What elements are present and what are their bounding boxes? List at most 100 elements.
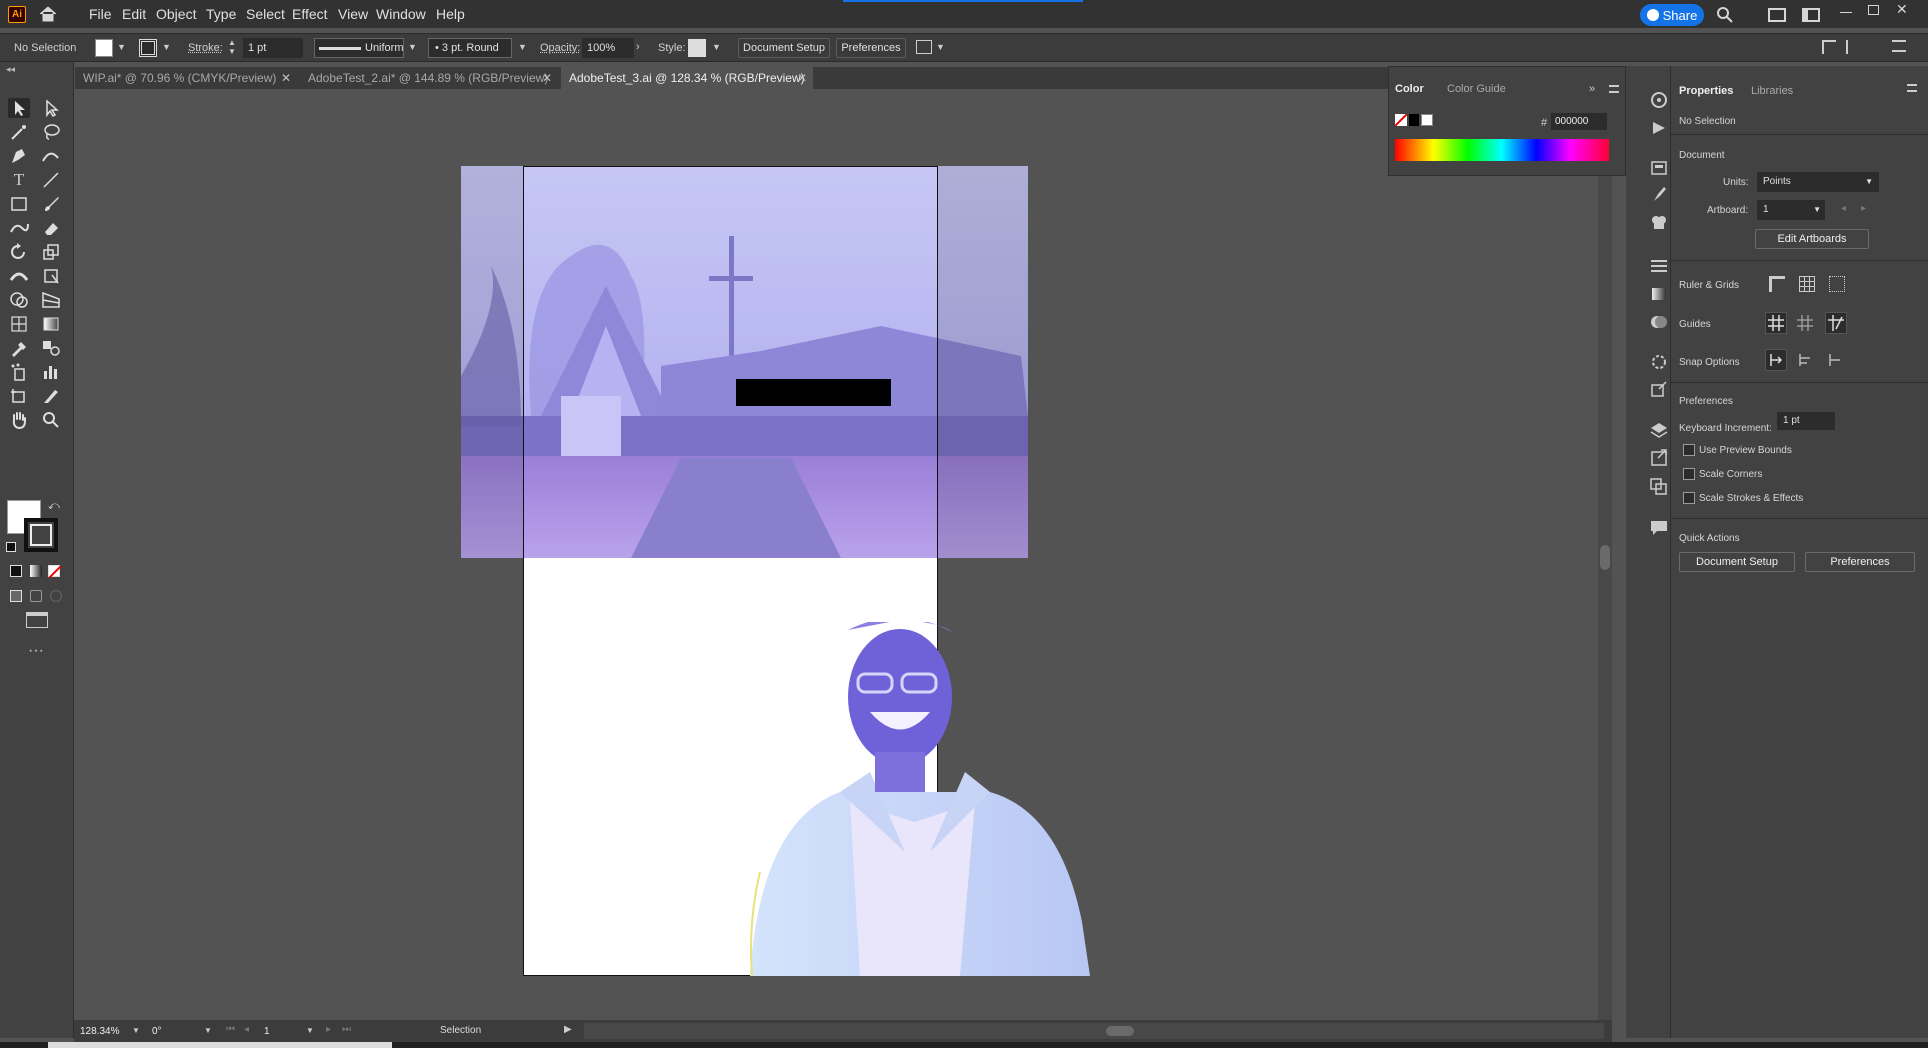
edit-toolbar-more-icon[interactable]: ··· (28, 642, 44, 660)
snap-to-glyph-icon[interactable] (1825, 350, 1845, 370)
share-button[interactable]: Share (1640, 4, 1704, 26)
color-spectrum-bar[interactable] (1395, 139, 1609, 161)
color-tab[interactable]: Color (1395, 83, 1424, 95)
rotation-chevron-icon[interactable]: ▼ (204, 1026, 212, 1035)
menu-effect[interactable]: Effect (292, 6, 328, 22)
zoom-tool-icon[interactable] (40, 410, 62, 430)
color-guide-tab[interactable]: Color Guide (1447, 83, 1506, 95)
menu-help[interactable]: Help (436, 6, 465, 22)
comments-panel-icon[interactable] (1648, 518, 1670, 538)
stroke-label[interactable]: Stroke: (188, 42, 223, 54)
stroke-dropdown-chevron-icon[interactable]: ▼ (162, 42, 171, 52)
draw-behind-icon[interactable] (30, 590, 42, 602)
symbols-panel-icon[interactable] (1648, 212, 1670, 232)
artboard-select[interactable]: 1 ▼ (1757, 200, 1825, 220)
artboards-panel-icon[interactable] (1648, 476, 1670, 496)
close-window-icon[interactable]: ✕ (1896, 2, 1910, 16)
shape-builder-tool-icon[interactable] (8, 290, 30, 310)
stroke-weight-field[interactable]: 1 pt (243, 38, 303, 58)
qa-preferences-button[interactable]: Preferences (1805, 552, 1915, 572)
fill-swatch[interactable] (95, 39, 113, 57)
color-none-swatch[interactable] (1395, 114, 1407, 126)
stroke-swatch[interactable] (139, 39, 157, 57)
menu-file[interactable]: File (89, 6, 112, 22)
appearance-panel-icon[interactable] (1648, 90, 1670, 110)
color-white-swatch[interactable] (1421, 114, 1433, 126)
eraser-tool-icon[interactable] (40, 218, 62, 238)
eyedropper-tool-icon[interactable] (8, 338, 30, 358)
brush-chevron-icon[interactable]: ▼ (518, 42, 527, 52)
stroke-stepper-icon[interactable]: ▲ ▼ (228, 38, 236, 56)
pixel-grid-icon[interactable] (1829, 276, 1845, 292)
opacity-label[interactable]: Opacity: (540, 42, 580, 54)
tab-wip[interactable]: WIP.ai* @ 70.96 % (CMYK/Preview) ✕ (75, 67, 297, 89)
graphic-styles-icon[interactable] (1648, 118, 1670, 138)
direct-selection-tool-icon[interactable] (40, 98, 62, 118)
perspective-grid-tool-icon[interactable] (40, 290, 62, 310)
type-tool-icon[interactable]: T (8, 170, 30, 190)
swap-fill-stroke-icon[interactable]: ⤺ (48, 500, 60, 513)
grid-icon[interactable] (1799, 276, 1815, 292)
lock-guides-icon[interactable] (1795, 313, 1815, 333)
stroke-profile-select[interactable]: Uniform (314, 38, 404, 58)
draw-inside-icon[interactable] (50, 590, 62, 602)
properties-tab[interactable]: Properties (1679, 85, 1733, 97)
shaper-tool-icon[interactable] (8, 218, 30, 238)
symbol-sprayer-tool-icon[interactable] (8, 362, 30, 382)
tab-adobetest-2[interactable]: AdobeTest_2.ai* @ 144.89 % (RGB/Preview)… (300, 67, 558, 89)
transform-chevron-icon[interactable]: ▼ (936, 42, 945, 52)
zoom-field[interactable]: 128.34% (80, 1024, 132, 1040)
hex-input[interactable]: 000000 (1551, 113, 1607, 130)
scale-strokes-checkbox[interactable] (1683, 492, 1695, 504)
screen-mode-icon[interactable] (26, 612, 48, 628)
transform-options-icon[interactable] (916, 40, 932, 54)
gradient-panel-icon[interactable] (1648, 284, 1670, 304)
use-preview-bounds-checkbox[interactable] (1683, 444, 1695, 456)
style-swatch[interactable] (688, 39, 706, 57)
libraries-tab[interactable]: Libraries (1751, 85, 1793, 97)
snap-to-pixel-icon[interactable] (1795, 350, 1815, 370)
minimize-icon[interactable] (1840, 12, 1852, 13)
width-tool-icon[interactable] (8, 266, 30, 286)
preferences-button[interactable]: Preferences (836, 38, 906, 58)
distribute-icon[interactable] (1846, 40, 1860, 54)
brush-select[interactable]: • 3 pt. Round (428, 38, 512, 58)
rotation-field[interactable]: 0° (152, 1024, 202, 1040)
default-fill-stroke-icon[interactable] (6, 542, 16, 552)
scale-tool-icon[interactable] (40, 242, 62, 262)
status-menu-arrow-icon[interactable]: ▶ (564, 1024, 572, 1035)
gradient-tool-icon[interactable] (40, 314, 62, 334)
color-mode-icon[interactable] (10, 565, 22, 577)
transparency-panel-icon[interactable] (1648, 312, 1670, 332)
menu-select[interactable]: Select (246, 6, 285, 22)
workspace-icon[interactable] (1768, 8, 1786, 22)
paintbrush-tool-icon[interactable] (40, 194, 62, 214)
style-chevron-icon[interactable]: ▼ (712, 42, 721, 52)
selection-tool-icon[interactable] (8, 98, 30, 118)
keyboard-increment-field[interactable]: 1 pt (1777, 412, 1835, 430)
stroke-color-swatch[interactable] (24, 518, 58, 552)
first-artboard-icon[interactable]: ⏮ (226, 1024, 235, 1035)
black-rectangle[interactable] (736, 379, 891, 406)
none-mode-icon[interactable] (48, 565, 61, 578)
last-artboard-icon[interactable]: ⏭ (342, 1024, 351, 1035)
align-icon[interactable] (1822, 40, 1836, 54)
artboard-tool-icon[interactable] (8, 386, 30, 406)
gradient-mode-icon[interactable] (30, 565, 42, 577)
rotate-tool-icon[interactable] (8, 242, 30, 262)
vertical-scrollbar[interactable] (1598, 90, 1612, 1020)
color-themes-icon[interactable] (1648, 352, 1670, 372)
next-artboard-nav-icon[interactable]: ▸ (326, 1024, 331, 1035)
rectangle-tool-icon[interactable] (8, 194, 30, 214)
smart-guides-icon[interactable] (1825, 312, 1847, 334)
menu-object[interactable]: Object (156, 6, 196, 22)
export-panel-icon[interactable] (1648, 380, 1670, 400)
snap-to-point-icon[interactable] (1765, 349, 1787, 371)
panel-menu-icon[interactable] (1609, 85, 1619, 93)
stroke-panel-icon[interactable] (1648, 256, 1670, 276)
menu-edit[interactable]: Edit (122, 6, 146, 22)
scroll-thumb[interactable] (1600, 545, 1610, 570)
libraries-panel-icon[interactable] (1648, 158, 1670, 178)
document-setup-button[interactable]: Document Setup (738, 38, 830, 58)
canvas-area[interactable] (74, 90, 1612, 1020)
